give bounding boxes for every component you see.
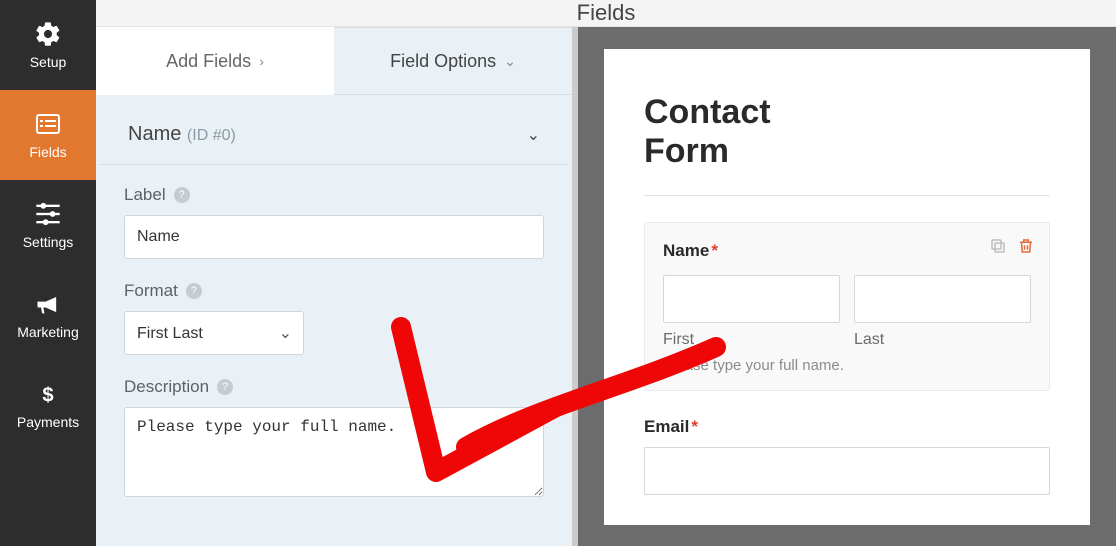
field-section-header[interactable]: Name (ID #0) ⌄ [100,95,568,165]
sidebar-item-label: Marketing [17,324,78,340]
sliders-icon [34,200,62,228]
preview-field-name[interactable]: Name* First Last Please type your full n… [644,222,1050,391]
preview-name-label: Name [663,241,709,260]
tab-label: Field Options [390,51,496,72]
main-sidebar: Setup Fields Settings Marketing $ Paymen… [0,0,96,546]
form-preview-wrapper: Contact Form [578,27,1116,546]
form-preview: Contact Form [604,49,1090,525]
required-mark: * [691,417,698,436]
dollar-icon: $ [34,380,62,408]
preview-field-email[interactable]: Email* [644,417,1050,495]
preview-last-sublabel: Last [854,331,1031,349]
label-for-format: Format [124,281,178,301]
form-title: Contact Form [644,93,1050,171]
sidebar-item-label: Settings [23,234,74,250]
preview-email-input[interactable] [644,447,1050,495]
preview-last-input[interactable] [854,275,1031,323]
gear-icon [34,20,62,48]
tab-label: Add Fields [166,51,251,72]
sidebar-item-label: Fields [29,144,66,160]
help-icon[interactable]: ? [217,379,233,395]
sidebar-item-setup[interactable]: Setup [0,0,96,90]
trash-icon[interactable] [1017,237,1035,255]
sidebar-item-marketing[interactable]: Marketing [0,270,96,360]
chevron-right-icon: › [259,53,264,69]
label-input[interactable] [124,215,544,259]
label-for-label: Label [124,185,166,205]
sidebar-item-fields[interactable]: Fields [0,90,96,180]
field-name-title: Name [128,123,181,145]
tab-add-fields[interactable]: Add Fields › [96,27,334,95]
page-title: Fields [96,0,1116,27]
preview-first-input[interactable] [663,275,840,323]
sidebar-item-label: Setup [30,54,67,70]
sidebar-item-settings[interactable]: Settings [0,180,96,270]
divider [644,195,1050,196]
sidebar-item-payments[interactable]: $ Payments [0,360,96,450]
tab-field-options[interactable]: Field Options ⌄ [334,27,572,95]
required-mark: * [711,241,718,260]
chevron-down-icon: ⌄ [527,125,540,145]
help-icon[interactable]: ? [174,187,190,203]
field-id-label: (ID #0) [187,127,236,144]
preview-email-label: Email [644,417,689,436]
bullhorn-icon [34,290,62,318]
field-editor-panel: Add Fields › Field Options ⌄ Name (ID #0… [96,27,578,546]
duplicate-icon[interactable] [989,237,1007,255]
svg-text:$: $ [42,384,53,406]
preview-first-sublabel: First [663,331,840,349]
description-textarea[interactable]: Please type your full name. [124,407,544,497]
chevron-down-icon: ⌄ [504,53,516,70]
label-for-description: Description [124,377,209,397]
list-icon [34,110,62,138]
format-select[interactable]: First Last [124,311,304,355]
preview-description: Please type your full name. [663,357,1031,374]
help-icon[interactable]: ? [186,283,202,299]
sidebar-item-label: Payments [17,414,79,430]
